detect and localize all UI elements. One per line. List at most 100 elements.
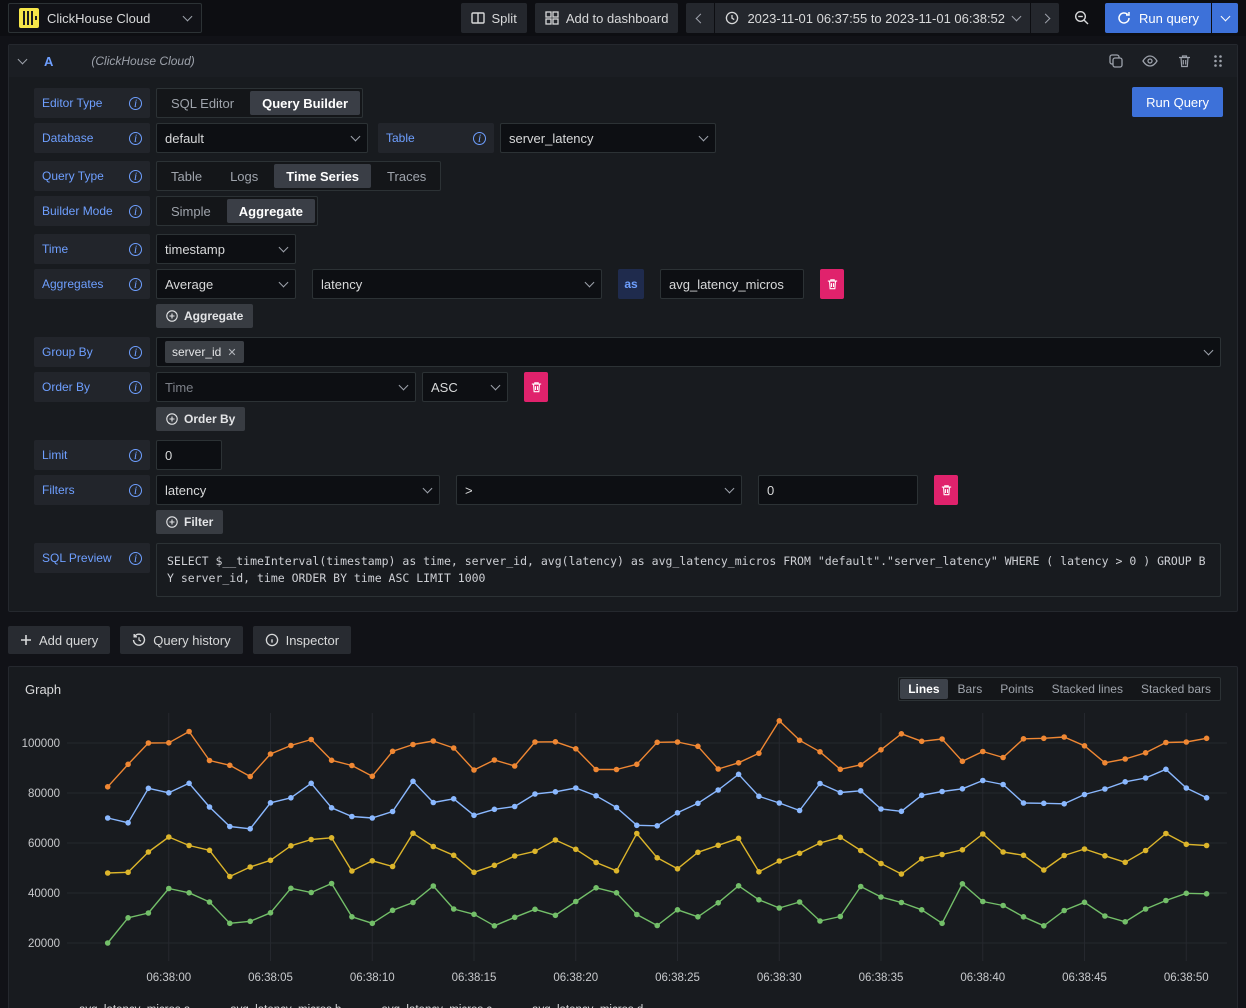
svg-text:06:38:45: 06:38:45: [1062, 972, 1107, 984]
mode-stacked-lines[interactable]: Stacked lines: [1044, 679, 1131, 699]
remove-tag-icon[interactable]: ✕: [227, 346, 236, 359]
legend-item[interactable]: avg_latency_micros a: [57, 1004, 190, 1008]
chevron-down-icon: [1220, 12, 1230, 22]
mode-lines[interactable]: Lines: [900, 679, 947, 699]
datasource-name: ClickHouse Cloud: [47, 11, 176, 26]
group-by-label: Group By i: [34, 337, 150, 367]
svg-text:100000: 100000: [22, 738, 60, 750]
query-ref-id: A: [44, 54, 53, 69]
info-icon[interactable]: i: [129, 132, 142, 145]
add-to-dashboard-button[interactable]: Add to dashboard: [535, 3, 679, 33]
remove-query-button[interactable]: [1175, 52, 1193, 70]
order-by-label: Order By i: [34, 372, 150, 402]
split-button[interactable]: Split: [461, 3, 527, 33]
clock-icon: [725, 11, 739, 25]
info-icon[interactable]: i: [129, 243, 142, 256]
info-icon[interactable]: i: [129, 552, 142, 565]
remove-order-by-button[interactable]: [524, 372, 548, 402]
zoom-out-time-button[interactable]: [1067, 3, 1097, 33]
top-toolbar: ClickHouse Cloud Split Add to dashboard …: [0, 0, 1246, 36]
info-icon[interactable]: i: [129, 170, 142, 183]
info-icon[interactable]: i: [473, 132, 486, 145]
add-filter-button[interactable]: Filter: [156, 510, 223, 534]
info-icon[interactable]: i: [129, 381, 142, 394]
trash-icon: [827, 278, 838, 290]
limit-label: Limit i: [34, 440, 150, 470]
svg-text:06:38:25: 06:38:25: [655, 972, 700, 984]
datasource-picker[interactable]: ClickHouse Cloud: [8, 3, 202, 33]
filter-operator-select[interactable]: >: [456, 475, 742, 505]
order-by-direction-select[interactable]: ASC: [422, 372, 508, 402]
time-range-picker[interactable]: 2023-11-01 06:37:55 to 2023-11-01 06:38:…: [715, 3, 1030, 33]
add-aggregate-button[interactable]: Aggregate: [156, 304, 253, 328]
as-badge: as: [618, 269, 644, 299]
graph-mode-switch: Lines Bars Points Stacked lines Stacked …: [898, 677, 1221, 701]
query-footer-actions: Add query Query history Inspector: [8, 626, 1238, 654]
run-query-button[interactable]: Run query: [1105, 3, 1211, 33]
add-order-by-button[interactable]: Order By: [156, 407, 245, 431]
duplicate-query-button[interactable]: [1107, 52, 1125, 70]
query-row-header[interactable]: A (ClickHouse Cloud): [9, 45, 1237, 77]
query-type-table[interactable]: Table: [159, 164, 214, 188]
builder-mode-aggregate[interactable]: Aggregate: [227, 199, 315, 223]
mode-stacked-bars[interactable]: Stacked bars: [1133, 679, 1219, 699]
query-history-button[interactable]: Query history: [120, 626, 242, 654]
editor-run-query-button[interactable]: Run Query: [1132, 87, 1223, 117]
legend-item[interactable]: avg_latency_micros c: [359, 1004, 492, 1008]
time-column-select[interactable]: timestamp: [156, 234, 296, 264]
time-series-chart[interactable]: 06:38:0006:38:0506:38:1006:38:1506:38:20…: [17, 707, 1229, 995]
info-icon[interactable]: i: [129, 484, 142, 497]
legend-item[interactable]: avg_latency_micros b: [208, 1004, 341, 1008]
add-query-button[interactable]: Add query: [8, 626, 110, 654]
chevron-down-icon: [351, 132, 361, 142]
info-icon[interactable]: i: [129, 278, 142, 291]
limit-input[interactable]: [156, 440, 222, 470]
info-icon[interactable]: i: [129, 205, 142, 218]
time-picker-group: 2023-11-01 06:37:55 to 2023-11-01 06:38:…: [686, 3, 1059, 33]
trash-icon: [531, 381, 542, 393]
builder-mode-label: Builder Mode i: [34, 196, 150, 226]
filter-field-select[interactable]: latency: [156, 475, 440, 505]
info-icon[interactable]: i: [129, 346, 142, 359]
aggregate-column-select[interactable]: latency: [312, 269, 602, 299]
mode-bars[interactable]: Bars: [950, 679, 991, 699]
aggregate-function-select[interactable]: Average: [156, 269, 296, 299]
svg-text:06:38:50: 06:38:50: [1164, 972, 1209, 984]
svg-text:06:38:05: 06:38:05: [248, 972, 293, 984]
query-type-logs[interactable]: Logs: [218, 164, 270, 188]
database-label: Database i: [34, 123, 150, 153]
inspector-button[interactable]: Inspector: [253, 626, 351, 654]
time-shift-back-button[interactable]: [686, 3, 714, 33]
time-shift-forward-button[interactable]: [1031, 3, 1059, 33]
run-query-label: Run query: [1139, 11, 1199, 26]
aggregates-label: Aggregates i: [34, 269, 150, 299]
remove-aggregate-button[interactable]: [820, 269, 844, 299]
info-icon[interactable]: i: [129, 97, 142, 110]
mode-points[interactable]: Points: [992, 679, 1041, 699]
chevron-down-icon: [1012, 12, 1022, 22]
aggregate-alias-input[interactable]: [660, 269, 804, 299]
table-select[interactable]: server_latency: [500, 123, 716, 153]
remove-filter-button[interactable]: [934, 475, 958, 505]
database-select[interactable]: default: [156, 123, 368, 153]
svg-text:06:38:40: 06:38:40: [960, 972, 1005, 984]
run-query-dropdown[interactable]: [1212, 3, 1238, 33]
builder-mode-simple[interactable]: Simple: [159, 199, 223, 223]
legend-item[interactable]: avg_latency_micros d: [510, 1004, 643, 1008]
order-by-field-select[interactable]: Time: [156, 372, 416, 402]
plus-circle-icon: [166, 413, 178, 425]
info-icon[interactable]: i: [129, 449, 142, 462]
editor-type-label: Editor Type i: [34, 88, 150, 118]
hide-query-button[interactable]: [1141, 52, 1159, 70]
filter-value-input[interactable]: [758, 475, 918, 505]
editor-type-sql-editor[interactable]: SQL Editor: [159, 91, 246, 115]
svg-text:06:38:30: 06:38:30: [757, 972, 802, 984]
drag-handle[interactable]: [1209, 52, 1227, 70]
query-type-traces[interactable]: Traces: [375, 164, 438, 188]
group-by-multiselect[interactable]: server_id ✕: [156, 337, 1221, 367]
trash-icon: [941, 484, 952, 496]
editor-type-query-builder[interactable]: Query Builder: [250, 91, 360, 115]
collapse-chevron-icon[interactable]: [18, 55, 28, 65]
query-type-time-series[interactable]: Time Series: [274, 164, 371, 188]
chevron-down-icon: [279, 278, 289, 288]
